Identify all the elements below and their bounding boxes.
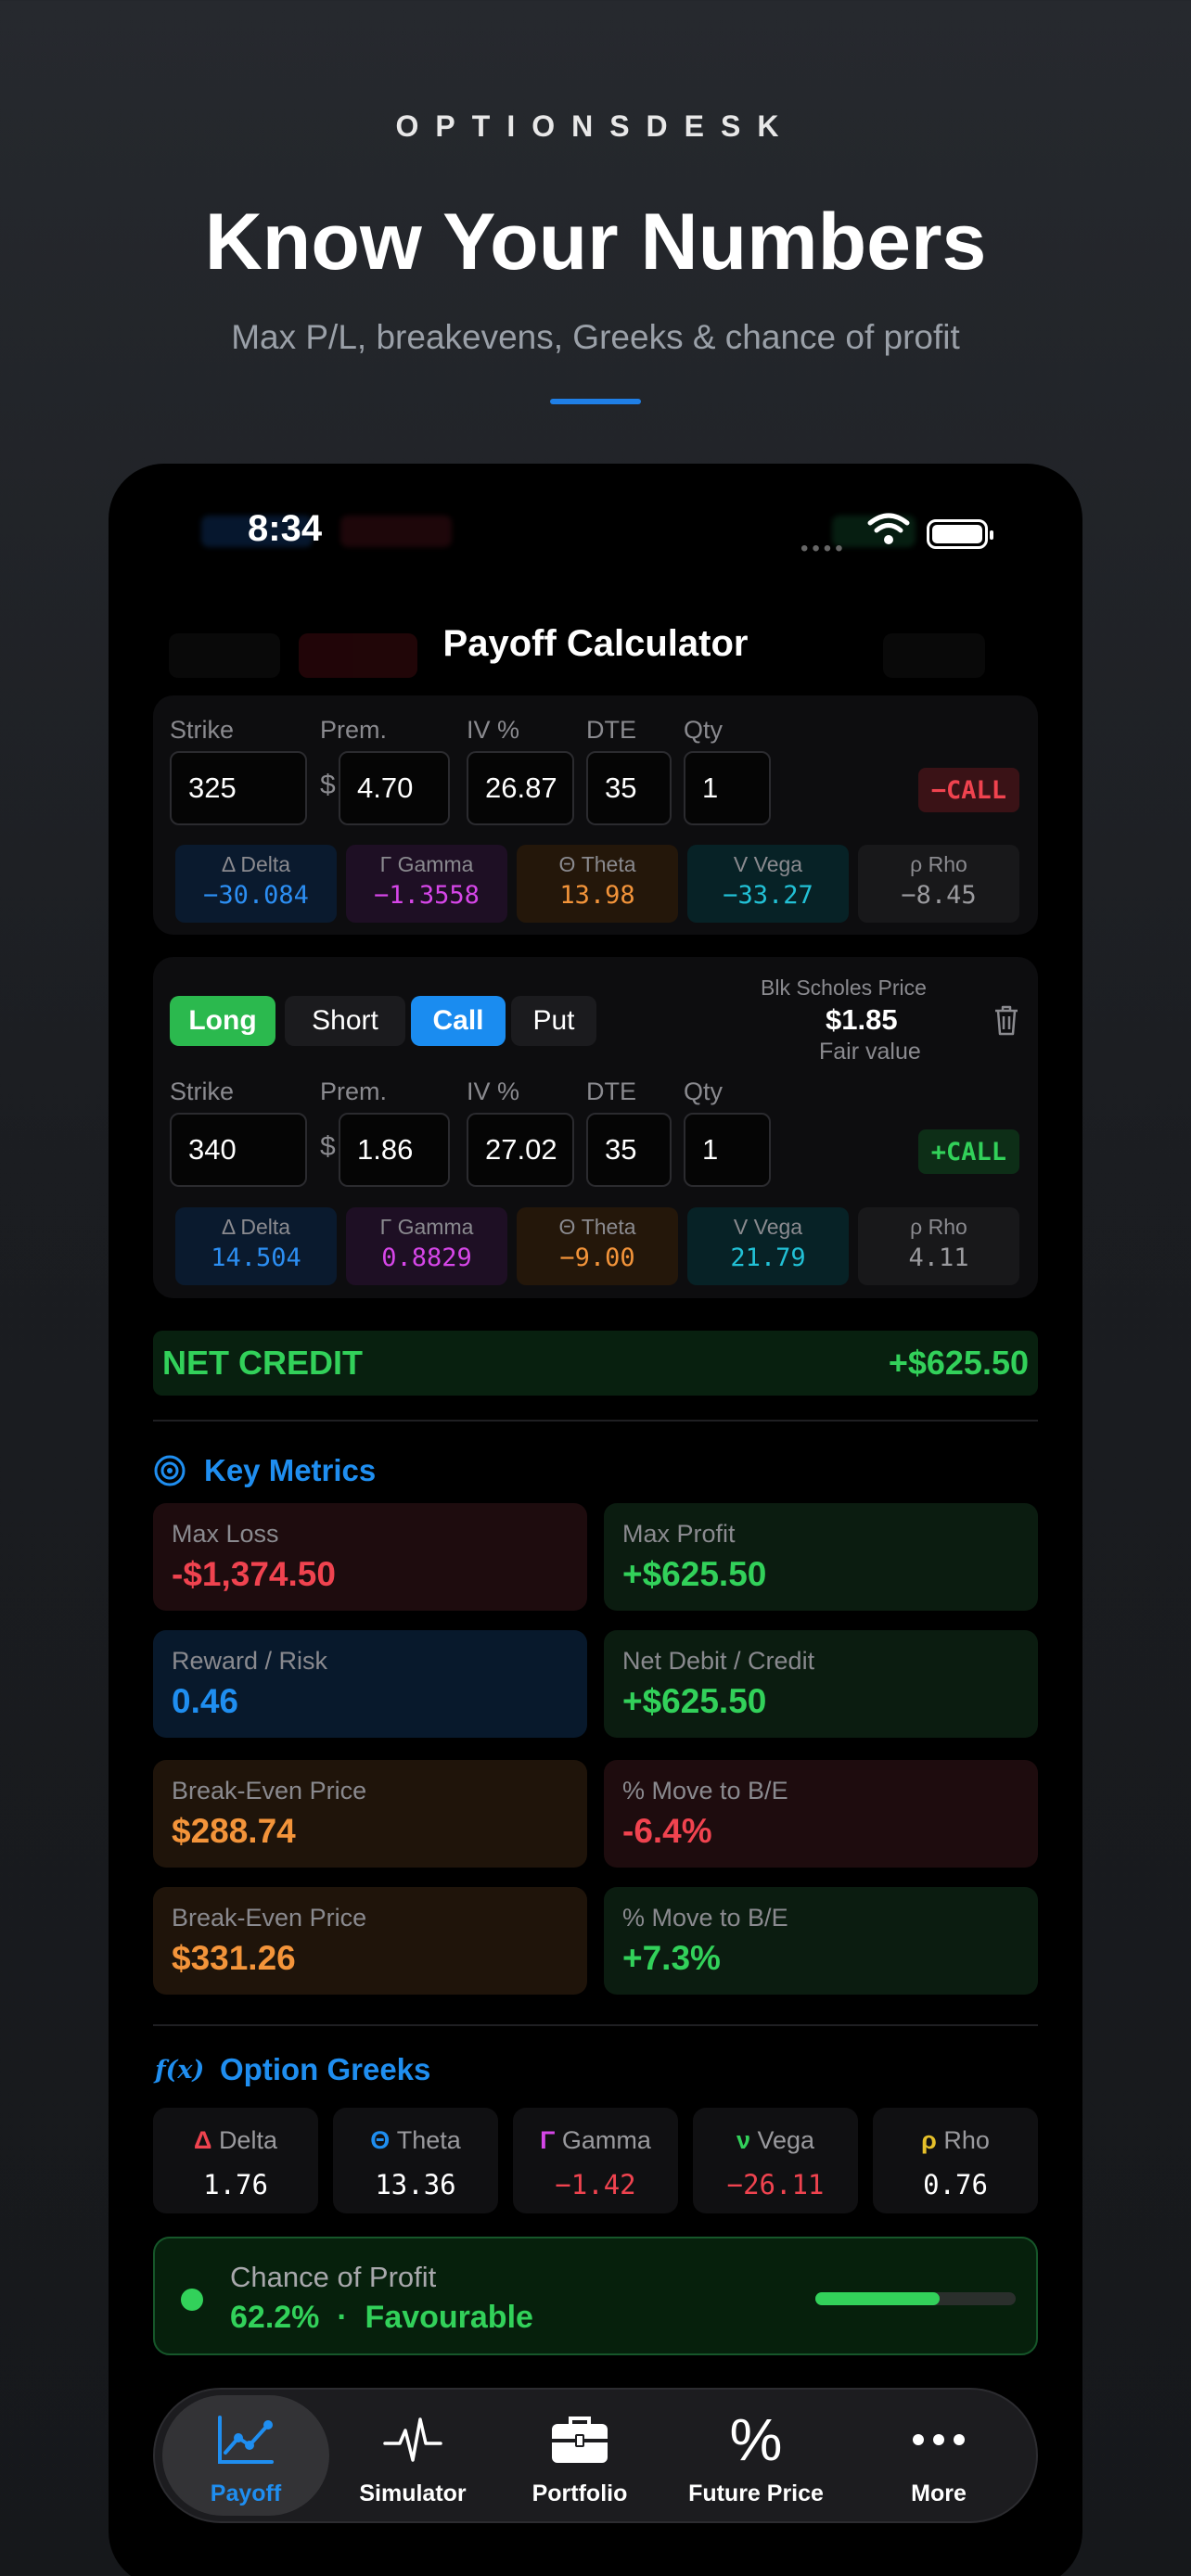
- metric-reward-risk: Reward / Risk 0.46: [153, 1630, 587, 1738]
- tab-more[interactable]: More: [851, 2395, 1027, 2516]
- wifi-icon: [867, 513, 910, 544]
- dte-label: DTE: [586, 716, 636, 744]
- leg-greek-delta: Δ Delta −30.084: [175, 845, 337, 923]
- chance-of-profit-card: Chance of Profit 62.2% · Favourable: [153, 2237, 1038, 2355]
- screen-title: Payoff Calculator: [442, 623, 749, 664]
- premium-input[interactable]: 1.86: [339, 1113, 450, 1187]
- strike-label: Strike: [170, 716, 235, 744]
- call-toggle[interactable]: Call: [411, 996, 506, 1046]
- premium-input[interactable]: 4.70: [339, 751, 450, 825]
- tab-portfolio[interactable]: Portfolio: [496, 2395, 663, 2516]
- net-credit-value: +$625.50: [888, 1344, 1029, 1382]
- chance-of-profit-value: 62.2% · Favourable: [230, 2300, 533, 2335]
- signal-dots-icon: ••••: [800, 536, 847, 561]
- iv-input[interactable]: 27.02: [467, 1113, 574, 1187]
- chance-of-profit-label: Chance of Profit: [230, 2261, 437, 2293]
- qty-input[interactable]: 1: [684, 1113, 771, 1187]
- qty-input[interactable]: 1: [684, 751, 771, 825]
- status-dot-icon: [181, 2289, 203, 2311]
- leg-greek-vega: V Vega 21.79: [687, 1207, 849, 1285]
- leg-type-badge: +CALL: [917, 1129, 1019, 1174]
- promo-title: Know Your Numbers: [204, 198, 987, 287]
- tab-future-price[interactable]: % Future Price: [663, 2395, 849, 2516]
- chance-of-profit-bar: [815, 2292, 1016, 2305]
- metric-max-profit: Max Profit +$625.50: [604, 1503, 1038, 1611]
- leg-greek-theta: Θ Theta 13.98: [517, 845, 678, 923]
- put-toggle[interactable]: Put: [511, 996, 596, 1046]
- trash-icon[interactable]: [992, 1003, 1020, 1037]
- metric-break-even-lower: Break-Even Price $288.74: [153, 1760, 587, 1868]
- net-credit-bar: NET CREDIT +$625.50: [153, 1331, 1038, 1396]
- dte-input[interactable]: 35: [586, 1113, 672, 1187]
- leg-card-2: Long Short Call Put Blk Scholes Price $1…: [153, 957, 1038, 1298]
- leg-greek-gamma: Γ Gamma 0.8829: [346, 1207, 507, 1285]
- strike-label: Strike: [170, 1078, 235, 1105]
- percent-icon: %: [729, 2406, 783, 2473]
- qty-label: Qty: [684, 716, 724, 744]
- greek-delta-card: Δ Delta 1.76: [153, 2108, 318, 2213]
- leg-greek-rho: ρ Rho −8.45: [858, 845, 1019, 923]
- metric-break-even-upper: Break-Even Price $331.26: [153, 1887, 587, 1995]
- chart-line-icon: [218, 2416, 274, 2464]
- function-icon: f(x): [155, 2056, 205, 2085]
- ellipsis-icon: [913, 2434, 965, 2445]
- divider: [153, 2024, 1038, 2026]
- leg-card-1: Strike Prem. IV % DTE Qty 325 $ 4.70 26.…: [153, 695, 1038, 935]
- strike-input[interactable]: 340: [170, 1113, 307, 1187]
- promo-subtitle: Max P/L, breakevens, Greeks & chance of …: [231, 318, 960, 356]
- leg-type-badge: −CALL: [917, 768, 1019, 812]
- leg-greek-gamma: Γ Gamma −1.3558: [346, 845, 507, 923]
- dte-label: DTE: [586, 1078, 636, 1105]
- currency-label: $: [320, 1131, 336, 1162]
- currency-label: $: [320, 770, 336, 800]
- pulse-icon: [383, 2417, 442, 2462]
- strike-input[interactable]: 325: [170, 751, 307, 825]
- leg-greek-rho: ρ Rho 4.11: [858, 1207, 1019, 1285]
- tab-simulator[interactable]: Simulator: [329, 2395, 496, 2516]
- metric-move-to-be-upper: % Move to B/E +7.3%: [604, 1887, 1038, 1995]
- metric-net-debit-credit: Net Debit / Credit +$625.50: [604, 1630, 1038, 1738]
- iv-label: IV %: [467, 716, 520, 744]
- net-credit-label: NET CREDIT: [162, 1344, 363, 1382]
- battery-icon: [927, 519, 993, 549]
- iv-label: IV %: [467, 1078, 520, 1105]
- chance-of-profit-fill: [815, 2292, 941, 2305]
- bs-price-value: $1.85: [826, 1003, 898, 1036]
- promo-brand: OPTIONSDESK: [395, 109, 796, 143]
- key-metrics-title: Key Metrics: [204, 1453, 377, 1487]
- premium-label: Prem.: [320, 716, 388, 744]
- greek-gamma-card: Γ Gamma −1.42: [513, 2108, 678, 2213]
- leg-greek-delta: Δ Delta 14.504: [175, 1207, 337, 1285]
- greek-theta-card: Θ Theta 13.36: [333, 2108, 498, 2213]
- divider: [153, 1420, 1038, 1422]
- greek-rho-card: ρ Rho 0.76: [873, 2108, 1038, 2213]
- phone-frame: 8:34 •••• Payoff Calculator Strike Prem.…: [109, 464, 1082, 2576]
- metric-move-to-be-lower: % Move to B/E -6.4%: [604, 1760, 1038, 1868]
- leg-greek-theta: Θ Theta −9.00: [517, 1207, 678, 1285]
- tab-bar: Payoff Simulator Portfolio % Future Pric…: [153, 2388, 1038, 2523]
- target-icon: [154, 1455, 186, 1486]
- bs-price-label: Blk Scholes Price: [761, 976, 927, 1000]
- short-toggle[interactable]: Short: [285, 996, 405, 1046]
- qty-label: Qty: [684, 1078, 724, 1105]
- option-greeks-title: Option Greeks: [220, 2052, 431, 2086]
- metric-max-loss: Max Loss -$1,374.50: [153, 1503, 587, 1611]
- status-time: 8:34: [248, 508, 323, 549]
- promo-accent-rule: [550, 399, 641, 404]
- tab-payoff[interactable]: Payoff: [162, 2395, 329, 2516]
- dte-input[interactable]: 35: [586, 751, 672, 825]
- briefcase-icon: [552, 2417, 608, 2463]
- leg-greek-vega: V Vega −33.27: [687, 845, 849, 923]
- fair-value-label: Fair value: [819, 1039, 921, 1065]
- premium-label: Prem.: [320, 1078, 388, 1105]
- long-toggle[interactable]: Long: [170, 996, 275, 1046]
- iv-input[interactable]: 26.87: [467, 751, 574, 825]
- greek-vega-card: ν Vega −26.11: [693, 2108, 858, 2213]
